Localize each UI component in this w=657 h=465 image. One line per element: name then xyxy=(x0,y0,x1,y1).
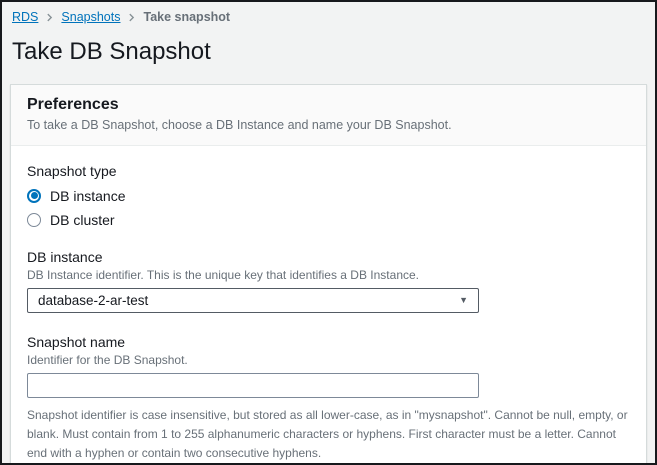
db-instance-label: DB instance xyxy=(27,249,630,265)
snapshot-name-constraint: Snapshot identifier is case insensitive,… xyxy=(27,406,630,465)
breadcrumb-current: Take snapshot xyxy=(143,10,230,24)
db-instance-description: DB Instance identifier. This is the uniq… xyxy=(27,268,630,282)
db-instance-selected-value: database-2-ar-test xyxy=(38,293,148,308)
chevron-right-icon xyxy=(127,12,136,23)
radio-db-instance-label: DB instance xyxy=(50,188,125,204)
preferences-card: Preferences To take a DB Snapshot, choos… xyxy=(10,84,647,465)
radio-unselected-icon[interactable] xyxy=(27,213,41,227)
preferences-card-body: Snapshot type DB instance DB cluster DB … xyxy=(11,146,646,465)
snapshot-name-description: Identifier for the DB Snapshot. xyxy=(27,353,630,367)
page-title: Take DB Snapshot xyxy=(12,38,655,67)
breadcrumb: RDS Snapshots Take snapshot xyxy=(12,10,655,24)
caret-down-icon: ▼ xyxy=(459,296,468,305)
take-db-snapshot-page: RDS Snapshots Take snapshot Take DB Snap… xyxy=(0,0,657,465)
preferences-card-header: Preferences To take a DB Snapshot, choos… xyxy=(11,85,646,146)
radio-db-cluster[interactable]: DB cluster xyxy=(27,212,630,228)
chevron-right-icon xyxy=(45,12,54,23)
db-instance-group: DB instance DB Instance identifier. This… xyxy=(27,249,630,313)
snapshot-name-label: Snapshot name xyxy=(27,334,630,350)
preferences-subtitle: To take a DB Snapshot, choose a DB Insta… xyxy=(27,118,630,132)
preferences-heading: Preferences xyxy=(27,96,630,114)
radio-db-instance[interactable]: DB instance xyxy=(27,188,630,204)
snapshot-type-label: Snapshot type xyxy=(27,163,630,179)
snapshot-name-input[interactable] xyxy=(27,373,479,398)
snapshot-name-group: Snapshot name Identifier for the DB Snap… xyxy=(27,334,630,465)
snapshot-type-group: Snapshot type DB instance DB cluster xyxy=(27,163,630,228)
db-instance-select[interactable]: database-2-ar-test ▼ xyxy=(27,288,479,313)
radio-db-cluster-label: DB cluster xyxy=(50,212,115,228)
breadcrumb-link-rds[interactable]: RDS xyxy=(12,10,38,24)
breadcrumb-link-snapshots[interactable]: Snapshots xyxy=(61,10,120,24)
radio-selected-icon[interactable] xyxy=(27,189,41,203)
